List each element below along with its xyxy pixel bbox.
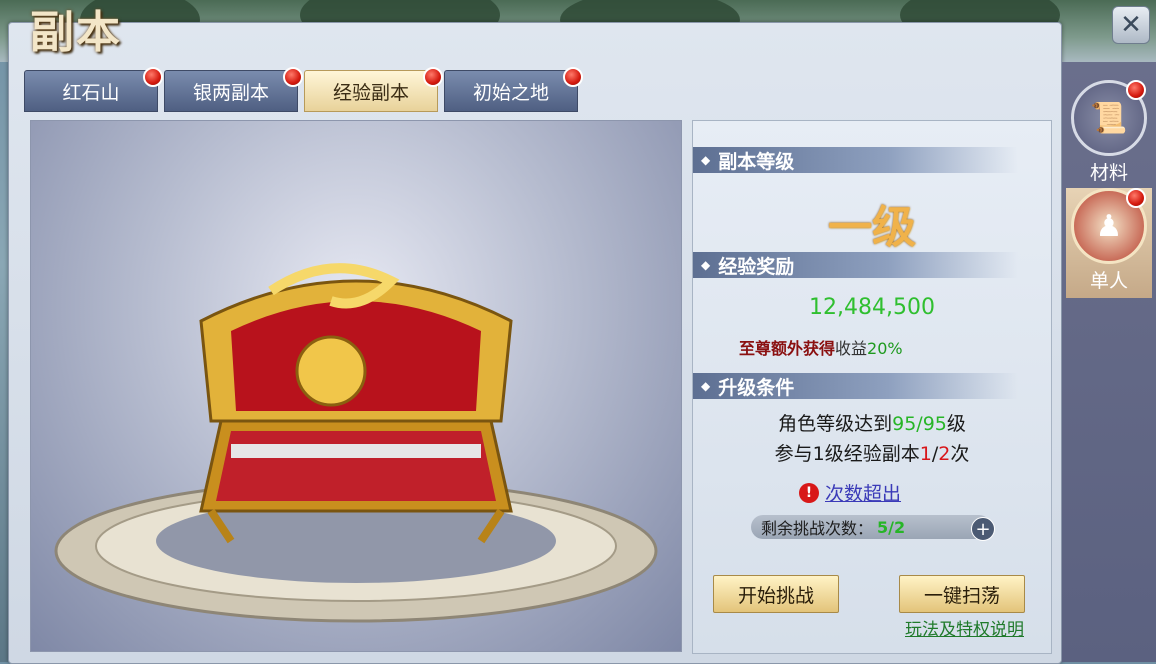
- tab-silver-dungeon[interactable]: 银两副本: [164, 67, 303, 112]
- side-item-materials[interactable]: 📜 材料: [1066, 80, 1152, 190]
- notification-dot-icon: [143, 67, 163, 87]
- rules-and-privileges-link[interactable]: 玩法及特权说明: [905, 615, 1024, 640]
- remaining-attempts-label: 剩余挑战次数：: [761, 519, 874, 538]
- remaining-attempts-value: 5/2: [877, 517, 906, 537]
- vip-bonus-prefix: 至尊额外获得: [739, 339, 836, 358]
- side-item-label: 单人: [1089, 270, 1128, 292]
- bonus-value: 20%: [867, 339, 903, 358]
- remaining-attempts-bar: 剩余挑战次数： 5/2: [751, 515, 991, 539]
- tab-label: 银两副本: [192, 81, 269, 104]
- treasure-chest-stage: [30, 120, 682, 652]
- warning-icon: !: [799, 482, 819, 503]
- attempts-exceeded-link[interactable]: 次数超出: [825, 479, 901, 506]
- notification-dot-icon: [1126, 80, 1146, 100]
- reward-header: ◆ 经验奖励: [693, 252, 1018, 278]
- diamond-bullet-icon: ◆: [701, 258, 711, 272]
- add-attempts-button[interactable]: +: [971, 517, 995, 541]
- tab-label: 初始之地: [472, 81, 549, 104]
- side-item-label: 材料: [1089, 162, 1128, 184]
- diamond-bullet-icon: ◆: [701, 379, 711, 393]
- bonus-label: 收益: [835, 339, 868, 358]
- one-click-sweep-button[interactable]: 一键扫荡: [899, 575, 1025, 613]
- window-title: 副本: [30, 7, 122, 58]
- level-header: ◆ 副本等级: [693, 147, 1018, 173]
- plus-icon: +: [975, 518, 991, 540]
- treasure-chest-illustration: [54, 263, 658, 623]
- tab-bar: 红石山 银两副本 经验副本 初始之地: [24, 67, 583, 112]
- vip-bonus-line: 至尊额外获得收益20%: [739, 335, 903, 359]
- tab-label: 红石山: [62, 81, 120, 104]
- notification-dot-icon: [423, 67, 443, 87]
- tab-exp-dungeon[interactable]: 经验副本: [304, 67, 443, 112]
- dungeon-level-value: 一级: [828, 202, 916, 253]
- condition-level: 角色等级达到95/95级: [778, 413, 966, 435]
- notification-dot-icon: [283, 67, 303, 87]
- diamond-bullet-icon: ◆: [701, 153, 711, 167]
- close-button[interactable]: ✕: [1112, 6, 1150, 44]
- tab-starting-land[interactable]: 初始之地: [444, 67, 583, 112]
- condition-header: ◆ 升级条件: [693, 373, 1018, 399]
- tab-hongshishan[interactable]: 红石山: [24, 67, 163, 112]
- reward-header-label: 经验奖励: [718, 255, 795, 278]
- start-challenge-button[interactable]: 开始挑战: [713, 575, 839, 613]
- level-header-label: 副本等级: [718, 150, 795, 173]
- condition-participation: 参与1级经验副本1/2次: [774, 443, 970, 465]
- condition-header-label: 升级条件: [718, 376, 795, 399]
- dungeon-info-panel: ◆ 副本等级 一级 ◆ 经验奖励 12,484,500 至尊额外获得收益20% …: [692, 120, 1052, 654]
- notification-dot-icon: [1126, 188, 1146, 208]
- attempts-exceeded-warning[interactable]: ! 次数超出: [799, 479, 901, 506]
- side-item-single[interactable]: ♟ 单人: [1066, 188, 1152, 298]
- close-icon: ✕: [1120, 10, 1142, 40]
- notification-dot-icon: [563, 67, 583, 87]
- tab-label: 经验副本: [332, 81, 409, 104]
- exp-reward-value: 12,484,500: [809, 295, 935, 320]
- side-menu: 📜 材料 ♟ 单人: [1062, 62, 1156, 662]
